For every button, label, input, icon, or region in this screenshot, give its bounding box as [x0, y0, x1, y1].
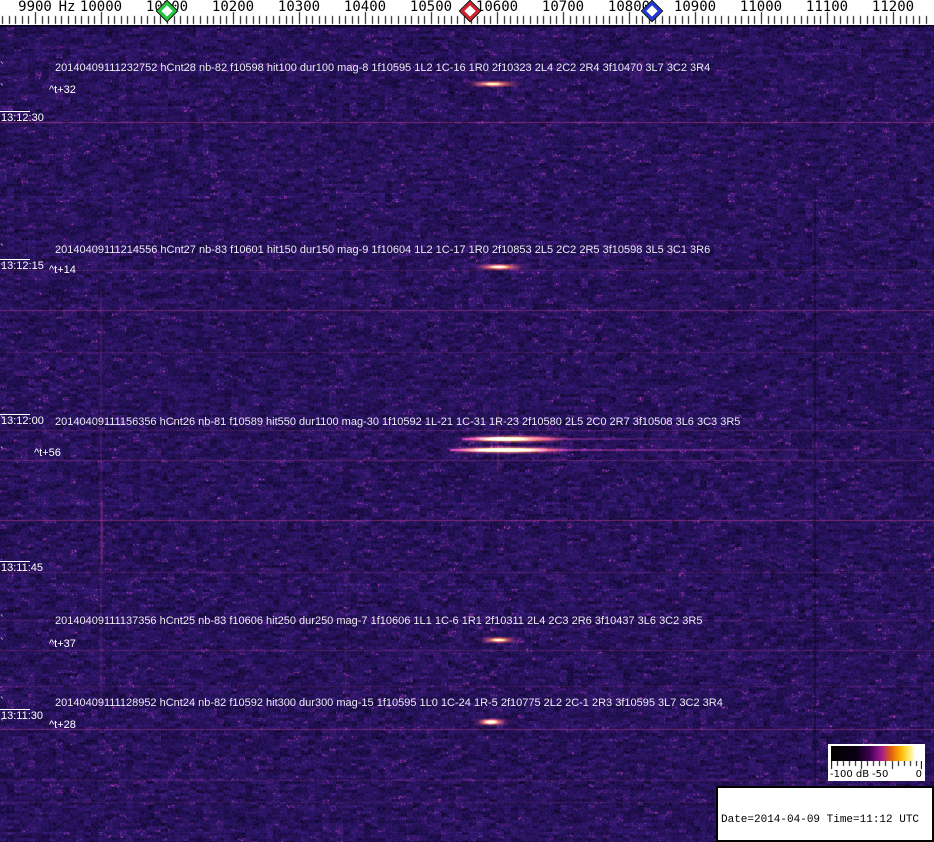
detection-log-line: 20140409111156356 hCnt26 nb-81 f10589 hi…	[55, 416, 741, 428]
frequency-ruler[interactable]: 9900Hz1000010100102001030010400105001060…	[0, 0, 934, 25]
edge-tick-mark: `	[0, 242, 6, 255]
freq-label-10900: 10900	[673, 0, 717, 15]
freq-label-11200: 11200	[871, 0, 915, 15]
freq-label-hz: Hz	[58, 0, 76, 15]
edge-tick-mark: `	[0, 445, 6, 458]
freq-label-10500: 10500	[409, 0, 453, 15]
meteor-echo-monitor-window: 9900Hz1000010100102001030010400105001060…	[0, 0, 934, 842]
time-label: 13:12:30	[1, 112, 44, 124]
freq-label-10600: 10600	[475, 0, 519, 15]
freq-label-10300: 10300	[277, 0, 321, 15]
detection-log-line: 20140409111137356 hCnt25 nb-83 f10606 hi…	[55, 615, 703, 627]
detection-log-line: 20140409111232752 hCnt28 nb-82 f10598 hi…	[55, 62, 711, 74]
freq-label-10700: 10700	[541, 0, 585, 15]
db-max-label: 0	[915, 769, 922, 780]
detection-offset-label: ^t+37	[49, 638, 76, 650]
detection-offset-label: ^t+32	[49, 84, 76, 96]
freq-label-10400: 10400	[343, 0, 387, 15]
edge-tick-mark: `	[0, 717, 6, 730]
time-label: 13:11:45	[1, 562, 44, 574]
time-label: 13:12:00	[1, 415, 44, 427]
freq-label-11000: 11000	[739, 0, 783, 15]
freq-label-10200: 10200	[211, 0, 255, 15]
station-info-box: Date=2014-04-09 Time=11:12 UTC Freq=143 …	[716, 786, 934, 842]
detection-offset-label: ^t+14	[49, 264, 76, 276]
detection-offset-label: ^t+28	[49, 719, 76, 731]
edge-tick-mark: `	[0, 82, 6, 95]
time-label: 13:12:15	[1, 260, 44, 272]
spectrogram-canvas	[0, 25, 934, 842]
edge-tick-mark: `	[0, 262, 6, 275]
db-scale-legend: -100 dB -50 0	[828, 744, 925, 781]
time-label: 13:11:30	[1, 710, 44, 722]
freq-label-9900: 9900	[18, 0, 52, 15]
db-min-label: -100 dB	[830, 769, 870, 780]
freq-label-10000: 10000	[79, 0, 123, 15]
edge-tick-mark: `	[0, 695, 6, 708]
edge-tick-mark: `	[0, 414, 6, 427]
detection-log-line: 20140409111214556 hCnt27 nb-83 f10601 hi…	[55, 244, 711, 256]
freq-label-11100: 11100	[805, 0, 849, 15]
edge-tick-mark: `	[0, 60, 6, 73]
detection-log-line: 20140409111128952 hCnt24 nb-82 f10592 hi…	[55, 697, 723, 709]
detection-offset-label: ^t+56	[34, 447, 61, 459]
edge-tick-mark: `	[0, 613, 6, 626]
info-date-time: Date=2014-04-09 Time=11:12 UTC	[721, 814, 920, 826]
spectrogram[interactable]: 13:12:30 13:12:15 13:12:00 13:11:45 13:11:30…	[0, 25, 934, 842]
db-mid-label: -50	[872, 769, 889, 780]
db-color-gradient	[831, 746, 922, 761]
edge-tick-mark: `	[0, 636, 6, 649]
